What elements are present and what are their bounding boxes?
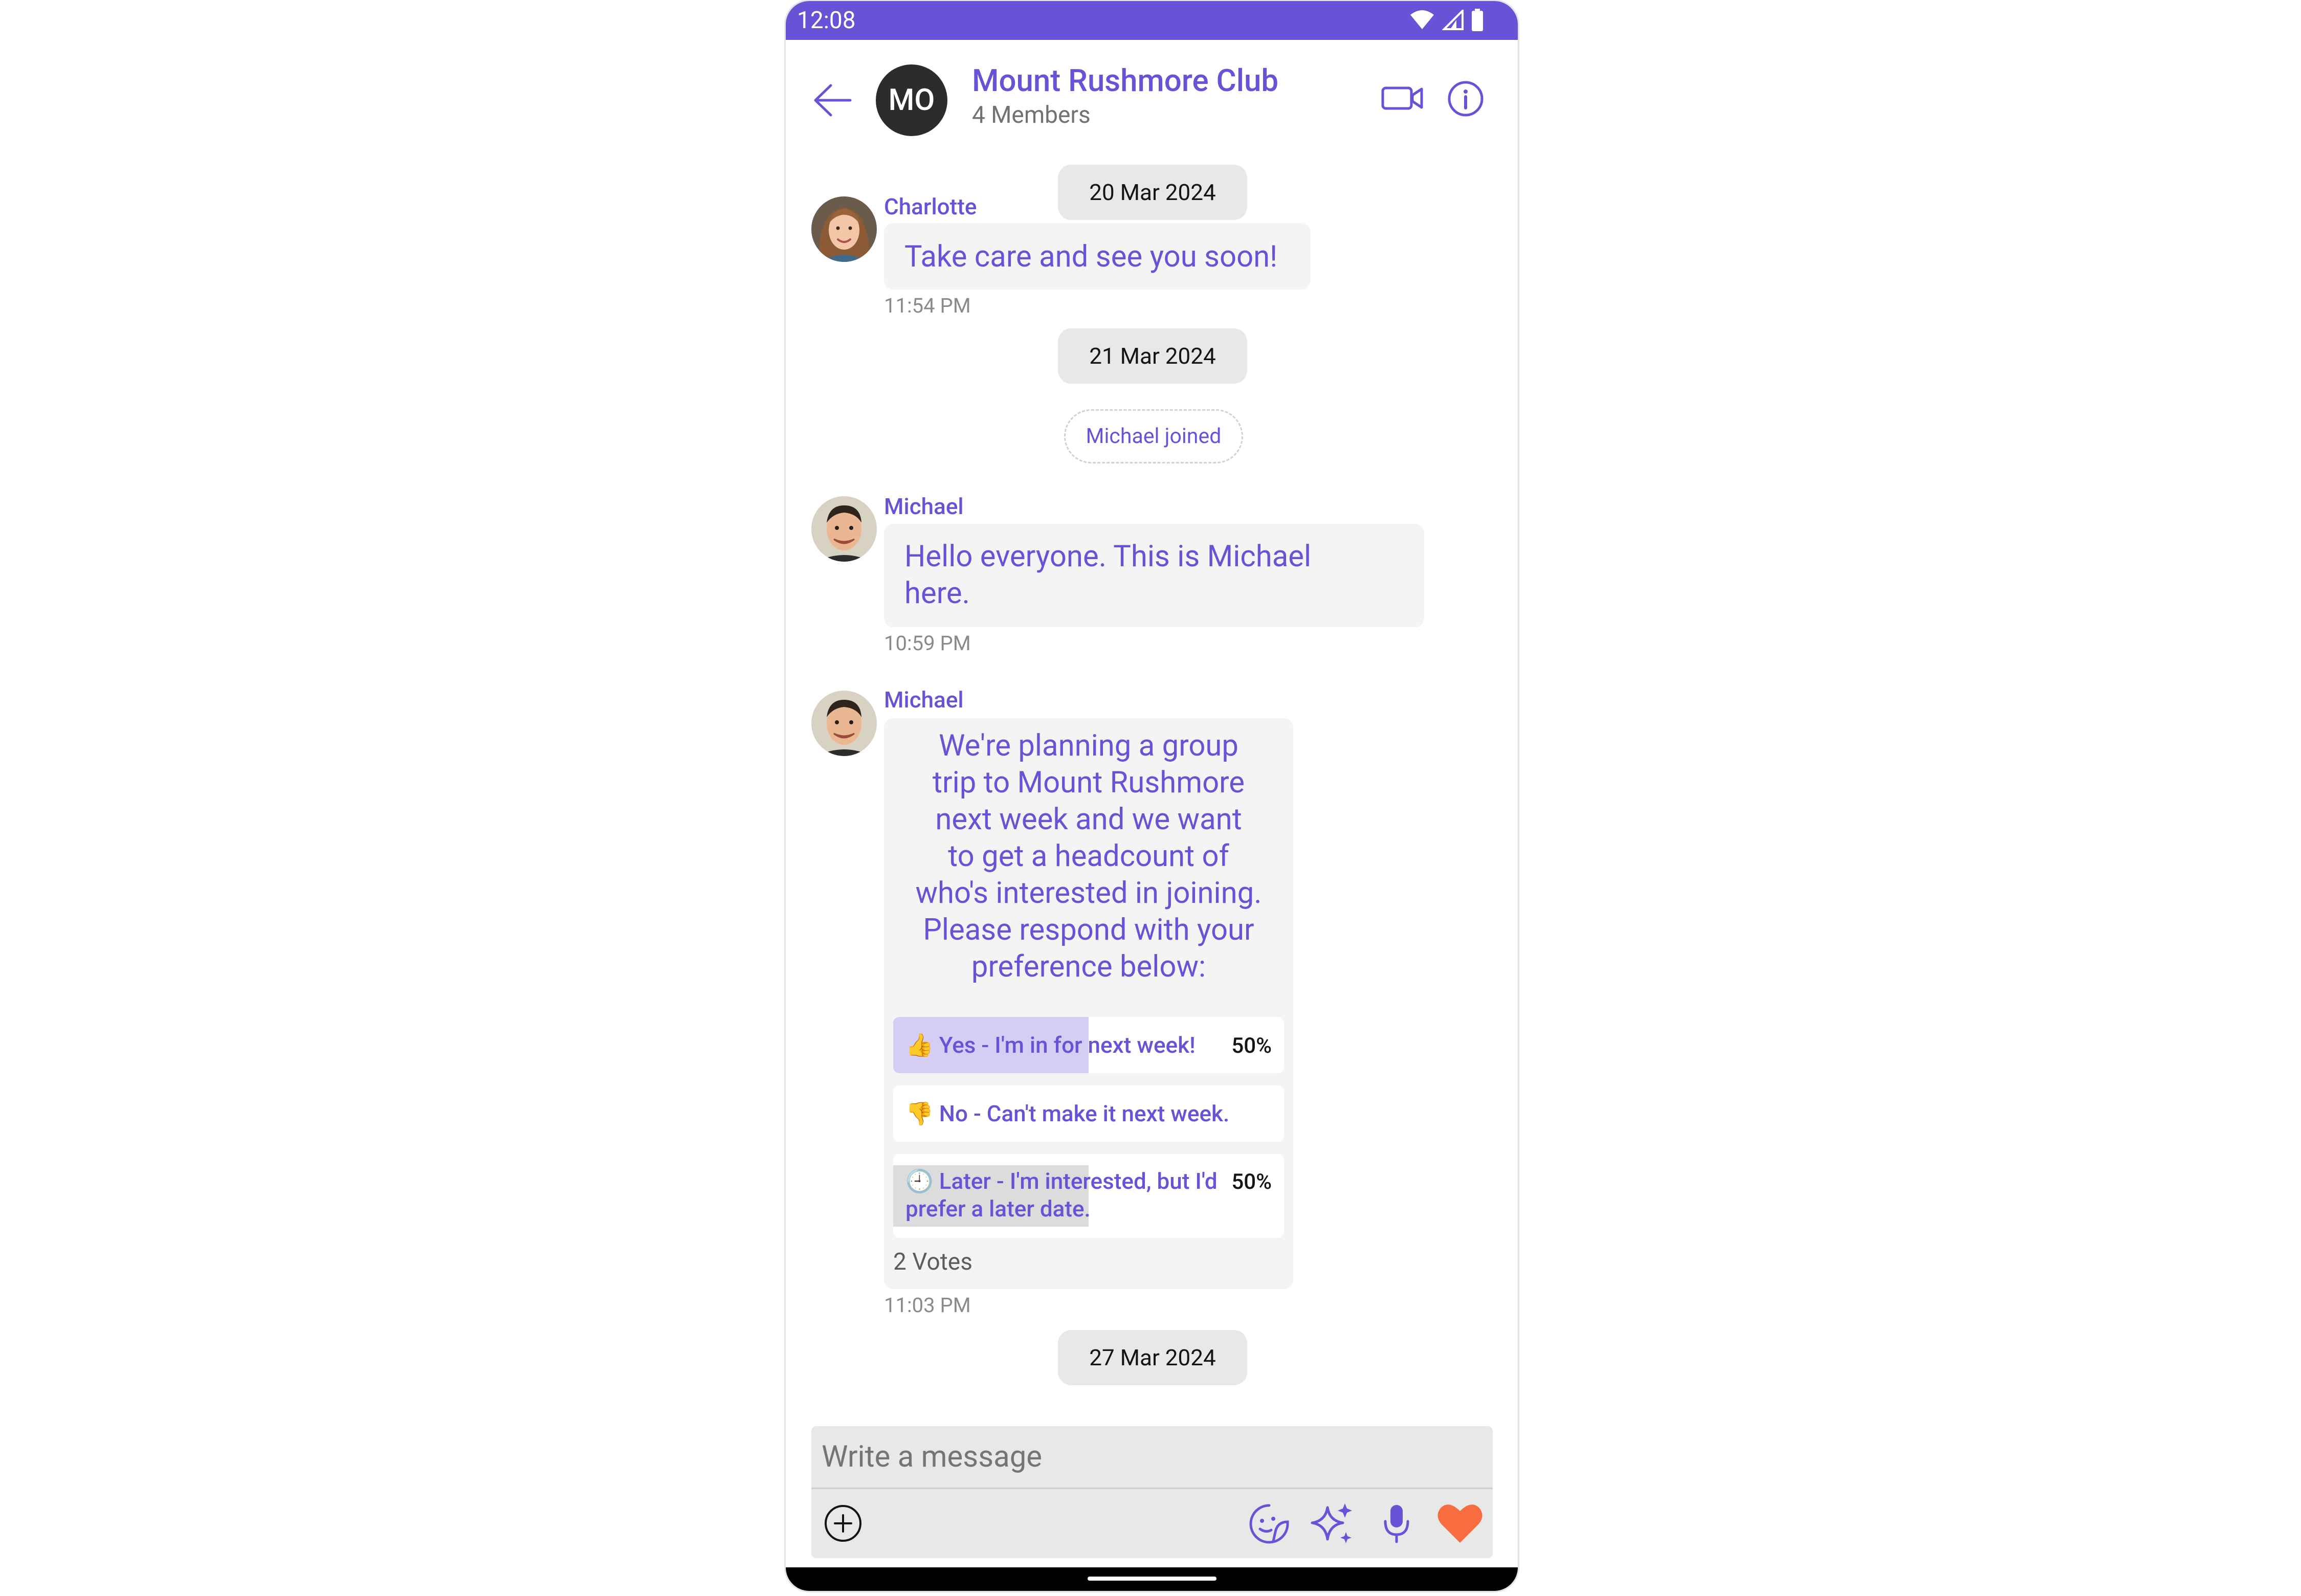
poll-option-text: Yes - I'm in for next week! (939, 1032, 1196, 1058)
navigation-bar (786, 1567, 1518, 1591)
message-bubble[interactable]: Hello everyone. This is Michael here. (884, 524, 1424, 627)
poll-option-percent: 50% (1231, 1169, 1272, 1194)
date-separator: 20 Mar 2024 (1058, 165, 1247, 220)
group-avatar-initials: MO (888, 83, 935, 118)
phone-screen: 12:08 MO Mount Rushmore Club 4 Members 2… (786, 1, 1518, 1591)
poll-option-label: 👍 Yes - I'm in for next week! (905, 1031, 1196, 1059)
heart-icon (1437, 1504, 1483, 1543)
poll-option-later[interactable]: 🕘 Later - I'm interested, but I'd prefer… (893, 1154, 1284, 1238)
ai-assist-button[interactable] (1308, 1499, 1357, 1548)
wifi-icon (1410, 10, 1434, 29)
sender-name: Michael (884, 493, 964, 520)
sparkles-icon (1311, 1503, 1352, 1543)
message-text: Take care and see you soon! (904, 239, 1278, 274)
message-time: 11:54 PM (884, 294, 971, 318)
member-count: 4 Members (972, 101, 1091, 129)
sender-name: Michael (884, 686, 964, 713)
poll-option-text: prefer a later date. (905, 1195, 1091, 1222)
message-list[interactable]: 20 Mar 2024 Charlotte Take care and see … (786, 150, 1518, 1399)
sender-name: Charlotte (884, 193, 977, 220)
video-camera-icon (1381, 86, 1423, 110)
back-button[interactable] (811, 79, 854, 122)
group-action-message: Michael joined (1064, 409, 1243, 463)
status-time: 12:08 (797, 7, 856, 34)
voice-record-button[interactable] (1372, 1499, 1421, 1548)
sticker-icon (1249, 1504, 1289, 1544)
video-call-button[interactable] (1380, 82, 1424, 115)
thumbs-up-icon: 👍 (905, 1032, 934, 1058)
signal-icon (1442, 10, 1464, 30)
group-name[interactable]: Mount Rushmore Club (972, 62, 1278, 99)
avatar[interactable] (811, 691, 877, 756)
poll-question-line: Please respond with your (923, 913, 1254, 947)
message-composer (811, 1426, 1493, 1558)
avatar[interactable] (811, 496, 877, 562)
microphone-icon (1384, 1505, 1409, 1543)
info-button[interactable] (1447, 80, 1485, 118)
poll-question-line: to get a headcount of (948, 839, 1229, 874)
michael-avatar-image (811, 496, 877, 562)
poll-question-line: preference below: (971, 949, 1206, 984)
avatar[interactable] (811, 196, 877, 262)
poll-option-percent: 50% (1231, 1033, 1272, 1058)
attach-button[interactable] (818, 1499, 868, 1548)
info-icon (1448, 81, 1484, 117)
message-time: 10:59 PM (884, 631, 971, 655)
status-icons (1409, 8, 1484, 32)
home-gesture-handle[interactable] (1088, 1577, 1216, 1581)
date-separator: 21 Mar 2024 (1058, 328, 1247, 384)
poll-option-label: 🕘 Later - I'm interested, but I'd prefer… (905, 1167, 1218, 1223)
poll-option-yes[interactable]: 👍 Yes - I'm in for next week! 50% (893, 1017, 1284, 1073)
poll-question-line: trip to Mount Rushmore (932, 765, 1245, 800)
back-arrow-icon (814, 84, 852, 117)
plus-circle-icon (825, 1505, 861, 1542)
message-text-line-1: Hello everyone. This is Michael (904, 539, 1312, 574)
poll-question-line: next week and we want (935, 802, 1242, 837)
poll-vote-count: 2 Votes (893, 1248, 972, 1276)
poll-option-text: No - Can't make it next week. (939, 1100, 1230, 1127)
message-text-line-2: here. (904, 576, 970, 611)
message-bubble[interactable]: Take care and see you soon! (884, 223, 1311, 290)
status-bar: 12:08 (786, 1, 1518, 40)
chat-header: MO Mount Rushmore Club 4 Members (786, 40, 1518, 150)
poll-option-text: Later - I'm interested, but I'd (939, 1168, 1218, 1194)
date-separator: 27 Mar 2024 (1058, 1330, 1247, 1385)
thumbs-down-icon: 👎 (905, 1100, 934, 1127)
battery-icon (1472, 9, 1483, 31)
charlotte-avatar-image (811, 196, 877, 262)
poll-question-line: We're planning a group (939, 728, 1238, 763)
poll-question-line: who's interested in joining. (915, 876, 1262, 911)
poll-option-no[interactable]: 👎 No - Can't make it next week. (893, 1085, 1284, 1142)
sticker-button[interactable] (1244, 1499, 1293, 1548)
group-avatar[interactable]: MO (876, 64, 947, 136)
message-input[interactable] (811, 1426, 1493, 1488)
poll-question: We're planning a group trip to Mount Rus… (884, 727, 1293, 985)
michael-avatar-image (811, 691, 877, 756)
message-time: 11:03 PM (884, 1293, 971, 1317)
composer-divider (811, 1488, 1493, 1489)
poll-bubble: We're planning a group trip to Mount Rus… (884, 718, 1293, 1289)
heart-reaction-button[interactable] (1435, 1499, 1485, 1548)
clock-icon: 🕘 (905, 1168, 934, 1194)
poll-option-label: 👎 No - Can't make it next week. (905, 1100, 1229, 1127)
